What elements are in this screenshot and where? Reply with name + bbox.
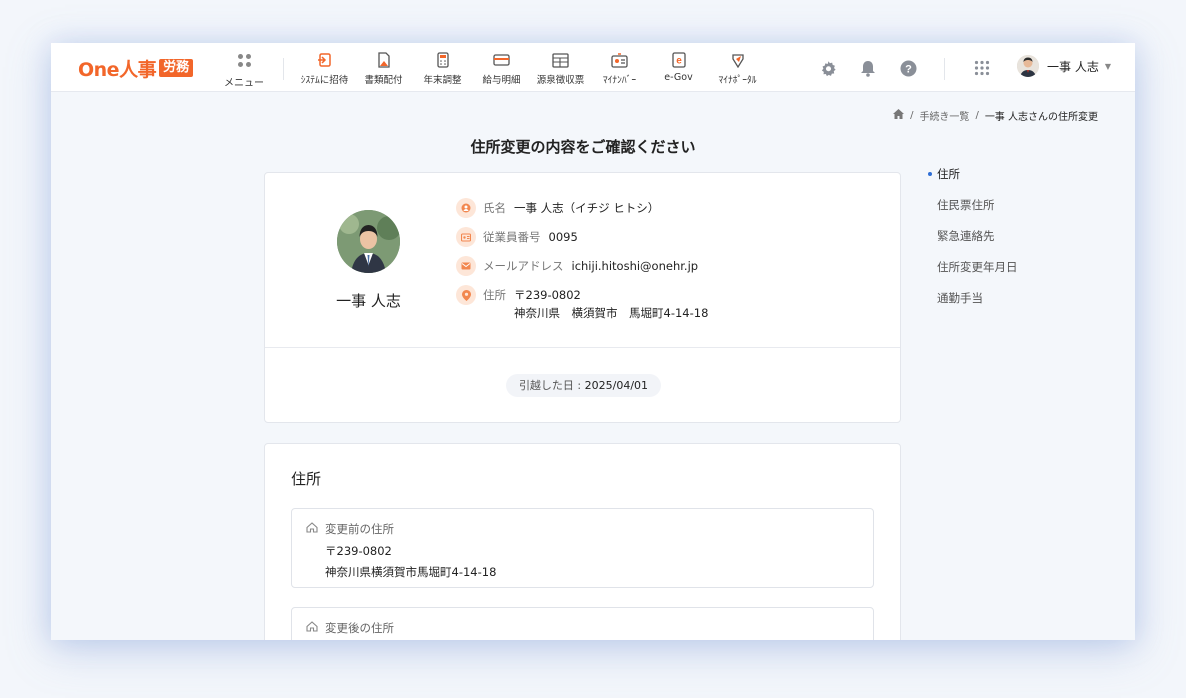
profile-summary: 一事 人志 氏名 一事 人志（イチジ ヒトシ） 従業員番号 0095 メールアド…: [265, 173, 900, 348]
top-header: One人事 労務 メニュー ｼｽﾃﾑに招待 書類配付 年末調整 給与明細 源泉徴…: [51, 43, 1135, 92]
menu-label: メニュー: [224, 78, 264, 89]
nav-item-myna-portal[interactable]: ﾏｲﾅﾎﾟｰﾀﾙ: [708, 51, 767, 86]
profile-details: 氏名 一事 人志（イチジ ヒトシ） 従業員番号 0095 メールアドレス ich…: [456, 198, 708, 327]
person-icon: [456, 198, 476, 218]
nav-label: 給与明細: [482, 75, 521, 86]
address-line: 神奈川県 横須賀市 馬堀町4-14-18: [514, 306, 709, 320]
header-divider: [283, 58, 284, 80]
profile-card: 一事 人志 氏名 一事 人志（イチジ ヒトシ） 従業員番号 0095 メールアド…: [264, 172, 901, 423]
address-before-box: 変更前の住所 〒239-0802 神奈川県横須賀市馬堀町4-14-18: [291, 508, 874, 588]
profile-name: 一事 人志: [336, 292, 401, 310]
name-row: 氏名 一事 人志（イチジ ヒトシ）: [456, 198, 708, 229]
egov-icon: e: [649, 51, 708, 69]
breadcrumb-separator: /: [910, 110, 914, 121]
toc-item-change-date[interactable]: 住所変更年月日: [937, 259, 1018, 290]
main-nav: ｼｽﾃﾑに招待 書類配付 年末調整 給与明細 源泉徴収票 ﾏｲﾅﾝﾊﾞｰ e e…: [295, 51, 767, 86]
nav-label: ﾏｲﾅﾝﾊﾞｰ: [602, 75, 637, 86]
menu-button[interactable]: メニュー: [223, 52, 265, 90]
svg-text:e: e: [676, 56, 682, 67]
address-before-line: 神奈川県横須賀市馬堀町4-14-18: [325, 565, 497, 579]
email-label: メールアドレス: [483, 259, 564, 273]
address-row: 住所 〒239-0802 神奈川県 横須賀市 馬堀町4-14-18: [456, 285, 708, 327]
apps-grid-icon[interactable]: [973, 59, 991, 77]
nav-label: 源泉徴収票: [536, 75, 585, 86]
nav-label: 書類配付: [364, 75, 403, 86]
nav-item-my-number[interactable]: ﾏｲﾅﾝﾊﾞｰ: [590, 51, 649, 86]
breadcrumb: / 手続き一覧 / 一事 人志さんの住所変更: [893, 108, 1098, 123]
logo-text: One人事: [78, 58, 157, 81]
nav-label: e-Gov: [664, 72, 693, 83]
email-row: メールアドレス ichiji.hitoshi@onehr.jp: [456, 256, 708, 287]
document-send-icon: [354, 51, 413, 69]
toc-item-commute-allowance[interactable]: 通勤手当: [937, 290, 1018, 321]
payslip-icon: [472, 51, 531, 69]
toc-item-address[interactable]: 住所: [928, 166, 1018, 197]
address-postal: 〒239-0802: [514, 288, 581, 302]
nav-item-year-end[interactable]: 年末調整: [413, 51, 472, 86]
nav-item-payslip[interactable]: 給与明細: [472, 51, 531, 86]
nav-item-invite[interactable]: ｼｽﾃﾑに招待: [295, 51, 354, 86]
house-icon: [306, 621, 318, 635]
moving-date-area: 引越した日 : 2025/04/01: [265, 348, 900, 423]
user-menu[interactable]: 一事 人志 ▼: [1017, 55, 1111, 77]
page-title: 住所変更の内容をご確認ください: [470, 138, 696, 156]
profile-photo: [337, 210, 400, 273]
toc-item-emergency-contact[interactable]: 緊急連絡先: [937, 228, 1018, 259]
nav-label: 年末調整: [423, 75, 462, 86]
section-toc: 住所 住民票住所 緊急連絡先 住所変更年月日 通勤手当: [928, 166, 1018, 321]
breadcrumb-link[interactable]: 手続き一覧: [919, 108, 969, 123]
app-window: One人事 労務 メニュー ｼｽﾃﾑに招待 書類配付 年末調整 給与明細 源泉徴…: [51, 43, 1135, 640]
nav-label: ﾏｲﾅﾎﾟｰﾀﾙ: [718, 75, 757, 86]
name-label: 氏名: [483, 201, 506, 215]
svg-text:?: ?: [905, 63, 912, 75]
address-label: 住所: [483, 288, 506, 302]
address-after-title-row: 変更後の住所: [306, 620, 394, 636]
employee-number-label: 従業員番号: [483, 230, 541, 244]
employee-number-value: 0095: [548, 230, 578, 244]
myna-portal-icon: [708, 51, 767, 69]
invite-icon: [295, 51, 354, 69]
id-card-icon: [456, 227, 476, 247]
chevron-down-icon: ▼: [1104, 61, 1111, 71]
breadcrumb-current: 一事 人志さんの住所変更: [984, 112, 1098, 123]
withholding-slip-icon: [531, 51, 590, 69]
toc-item-resident-address[interactable]: 住民票住所: [937, 197, 1018, 228]
moving-date-pill: 引越した日 : 2025/04/01: [506, 374, 661, 397]
bell-icon[interactable]: [859, 59, 877, 77]
my-number-card-icon: [590, 51, 649, 69]
address-before-title: 変更前の住所: [325, 522, 394, 536]
employee-number-row: 従業員番号 0095: [456, 227, 708, 258]
moving-date-label: 引越した日 :: [518, 379, 585, 392]
help-icon[interactable]: ?: [899, 59, 917, 77]
name-value: 一事 人志（イチジ ヒトシ）: [514, 201, 660, 215]
header-divider: [944, 58, 945, 80]
logo-badge: 労務: [159, 59, 194, 77]
address-after-box: 変更後の住所: [291, 607, 874, 640]
menu-grid-icon: [223, 54, 265, 67]
breadcrumb-separator: /: [975, 110, 979, 121]
gear-icon[interactable]: [819, 59, 837, 77]
address-after-title: 変更後の住所: [325, 621, 394, 635]
address-section-heading: 住所: [291, 470, 322, 488]
house-icon: [306, 522, 318, 536]
app-logo[interactable]: One人事 労務: [78, 57, 194, 81]
calculator-icon: [413, 51, 472, 69]
location-pin-icon: [456, 285, 476, 305]
address-card: 住所 変更前の住所 〒239-0802 神奈川県横須賀市馬堀町4-14-18 変…: [264, 443, 901, 640]
address-value: 〒239-0802 神奈川県 横須賀市 馬堀町4-14-18: [514, 287, 708, 321]
nav-item-egov[interactable]: e e-Gov: [649, 51, 708, 86]
address-before-postal: 〒239-0802: [325, 544, 392, 558]
nav-item-withholding[interactable]: 源泉徴収票: [531, 51, 590, 86]
nav-label: ｼｽﾃﾑに招待: [300, 75, 349, 86]
home-icon[interactable]: [893, 109, 905, 122]
nav-item-documents[interactable]: 書類配付: [354, 51, 413, 86]
moving-date-value: 2025/04/01: [584, 379, 649, 392]
user-name: 一事 人志: [1047, 59, 1099, 74]
address-before-title-row: 変更前の住所: [306, 521, 394, 537]
email-value: ichiji.hitoshi@onehr.jp: [571, 259, 699, 273]
avatar: [1017, 55, 1039, 77]
mail-icon: [456, 256, 476, 276]
